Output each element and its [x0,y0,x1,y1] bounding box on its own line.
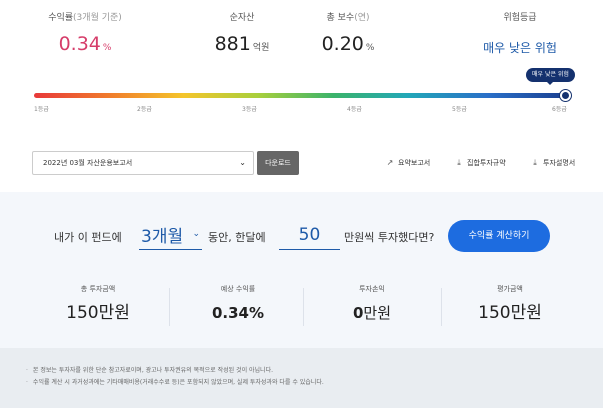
result-total-label: 총 투자금액 [80,285,116,293]
result-profit-value: 0 [352,304,364,322]
stat-return-value: 0.34 [58,33,101,55]
result-return-value: 0.34% [211,304,265,322]
report-select-value: 2022년 03월 자산운용보고서 [43,159,133,167]
result-investment-profit: 투자손익 0만원 [307,284,437,324]
simulator-text-1: 내가 이 펀드에 [54,231,122,244]
chevron-down-icon: ⌄ [239,158,246,167]
stat-fee-label-wrap: 총 보수(연) [283,12,413,24]
stat-return: 수익률(3개월 기준) 0.34% [20,12,150,60]
result-divider [441,288,442,326]
stat-net-assets-unit: 억원 [252,43,270,53]
disclaimer-list: 본 정보는 투자자를 위한 단순 참고자료이며, 광고나 투자권유의 목적으로 … [26,365,324,389]
result-eval-label: 평가금액 [497,285,523,293]
stat-fee-value-wrap: 0.20% [283,32,413,60]
result-eval-value: 150 [478,303,511,323]
stat-risk-value: 매우 낮은 위험 [483,41,557,55]
period-value: 3개월 [141,227,184,247]
stat-net-assets-value: 881 [214,33,251,55]
risk-gradient-track [34,93,568,98]
result-profit-value-wrap: 0만원 [307,302,437,324]
stat-total-fee: 총 보수(연) 0.20% [283,12,413,60]
external-link-icon: ↗ [386,158,394,167]
simulator-text-2: 동안, 한달에 [208,231,266,244]
disclaimer-item: 수익률 계산 시 과거성과에는 기타매매비용(거래수수료 등)은 포함되지 않았… [26,377,324,389]
risk-tick-5: 5등급 [452,106,467,113]
risk-tick-6: 6등급 [552,106,567,113]
fund-stats: 수익률(3개월 기준) 0.34% 순자산 881 억원 총 보수(연) 0.20… [0,0,603,64]
report-toolbar: 2022년 03월 자산운용보고서 ⌄ 다운로드 ↗ 요약보고서 ⤓ 집합투자규약 … [0,134,603,192]
result-profit-label: 투자손익 [359,285,385,293]
result-eval-value-wrap: 150만원 [445,302,575,324]
risk-tick-4: 4등급 [347,106,362,113]
simulator-text-3: 만원씩 투자했다면? [344,231,435,244]
stat-risk-label: 위험등급 [503,13,537,23]
stat-fee-label: 총 보수 [326,13,355,23]
result-total-value: 150 [66,303,99,323]
stat-risk-grade: 위험등급 매우 낮은 위험 [455,12,585,60]
risk-tick-1: 1등급 [34,106,49,113]
result-profit-unit: 만원 [363,304,392,322]
stat-return-value-wrap: 0.34% [20,32,150,60]
stat-return-label: 수익률 [48,13,74,23]
risk-tick-2: 2등급 [137,106,152,113]
stat-return-sublabel: (3개월 기준) [73,13,122,23]
summary-report-link[interactable]: ↗ 요약보고서 [385,158,431,168]
simulator-input-line: 내가 이 펀드에 3개월 ⌄ 동안, 한달에 만원씩 투자했다면? 수익률 계산… [0,220,603,252]
download-icon: ⤓ [457,158,461,167]
stat-fee-value: 0.20 [321,33,364,55]
result-divider [169,288,170,326]
chevron-down-icon: ⌄ [192,229,200,239]
result-eval-unit: 만원 [510,303,542,323]
period-select[interactable]: 3개월 ⌄ [139,220,202,250]
stat-return-label-wrap: 수익률(3개월 기준) [20,12,150,24]
result-total-unit: 만원 [98,303,130,323]
risk-tick-3: 3등급 [242,106,257,113]
risk-tooltip: 매우 낮은 위험 [526,68,575,85]
risk-grade-bar: 매우 낮은 위험 1등급 2등급 3등급 4등급 5등급 6등급 [0,64,603,134]
result-total-investment: 총 투자금액 150만원 [33,284,163,324]
disclaimer-notes: 본 정보는 투자자를 위한 단순 참고자료이며, 광고나 투자권유의 목적으로 … [0,348,603,408]
simulation-results: 총 투자금액 150만원 예상 수익률 0.34% 투자손익 0만원 평가금액 … [0,284,603,332]
result-expected-return: 예상 수익률 0.34% [173,284,303,324]
result-total-value-wrap: 150만원 [33,302,163,324]
prospectus-link[interactable]: ⤓ 투자설명서 [530,158,575,168]
calculate-return-button[interactable]: 수익률 계산하기 [448,220,550,252]
prospectus-label: 투자설명서 [543,159,576,167]
result-divider [303,288,304,326]
result-evaluation-amount: 평가금액 150만원 [445,284,575,324]
fund-policy-label: 집합투자규약 [467,159,506,167]
report-select[interactable]: 2022년 03월 자산운용보고서 ⌄ [32,151,254,175]
risk-marker [560,90,571,101]
result-return-label: 예상 수익률 [220,285,256,293]
stat-fee-unit: % [365,43,375,53]
monthly-amount-input[interactable] [279,220,340,250]
stat-fee-sublabel: (연) [354,13,370,23]
disclaimer-item: 본 정보는 투자자를 위한 단순 참고자료이며, 광고나 투자권유의 목적으로 … [26,365,324,377]
fund-policy-link[interactable]: ⤓ 집합투자규약 [454,158,506,168]
summary-report-label: 요약보고서 [398,159,431,167]
return-simulator: 내가 이 펀드에 3개월 ⌄ 동안, 한달에 만원씩 투자했다면? 수익률 계산… [0,192,603,348]
download-icon: ⤓ [533,158,537,167]
stat-return-unit: % [102,43,112,53]
download-button[interactable]: 다운로드 [257,151,299,175]
